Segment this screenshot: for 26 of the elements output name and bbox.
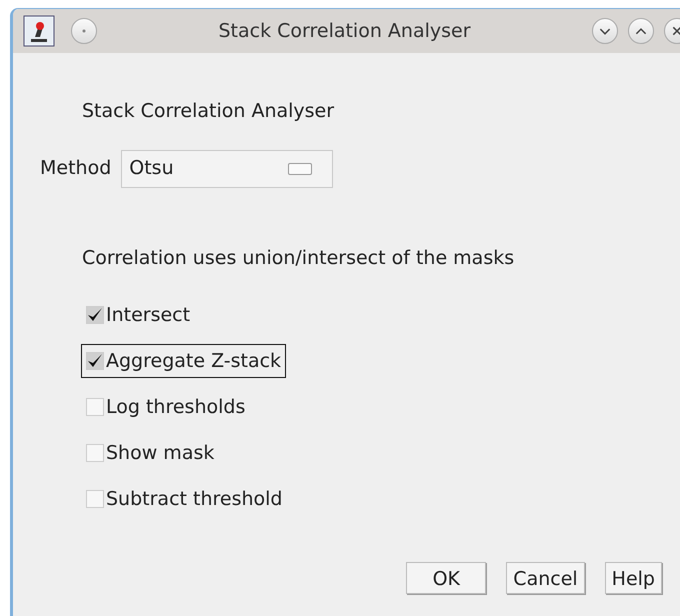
- checkbox-option[interactable]: Show mask: [81, 436, 220, 470]
- dropdown-handle-icon: [288, 162, 312, 174]
- checkbox[interactable]: [86, 398, 104, 416]
- checkbox-option[interactable]: Aggregate Z-stack: [81, 344, 286, 378]
- checkbox-option[interactable]: Subtract threshold: [81, 482, 288, 516]
- maximize-button[interactable]: [628, 18, 654, 44]
- checked-checkbox[interactable]: [86, 306, 104, 324]
- app-icon[interactable]: [23, 15, 55, 47]
- dialog-button[interactable]: OK: [406, 562, 486, 594]
- checkbox-option[interactable]: Log thresholds: [81, 390, 250, 424]
- dialog-button[interactable]: Help: [604, 562, 662, 594]
- checked-checkbox[interactable]: [86, 352, 104, 370]
- dot-icon: [81, 28, 87, 34]
- description-text: Correlation uses union/intersect of the masks: [82, 246, 516, 270]
- close-icon: [672, 26, 680, 36]
- checkbox[interactable]: [86, 444, 104, 462]
- chevron-down-icon: [600, 28, 610, 35]
- checkbox[interactable]: [86, 490, 104, 508]
- chevron-up-icon: [636, 28, 646, 34]
- checkbox-option[interactable]: Intersect: [81, 298, 196, 332]
- dialog-button[interactable]: Cancel: [506, 562, 585, 594]
- dialog-heading: Stack Correlation Analyser: [82, 99, 336, 124]
- method-label: Method: [40, 156, 112, 182]
- window-title: Stack Correlation Analyser: [217, 18, 472, 44]
- minimize-button[interactable]: [592, 18, 618, 44]
- method-dropdown[interactable]: Otsu: [121, 150, 334, 188]
